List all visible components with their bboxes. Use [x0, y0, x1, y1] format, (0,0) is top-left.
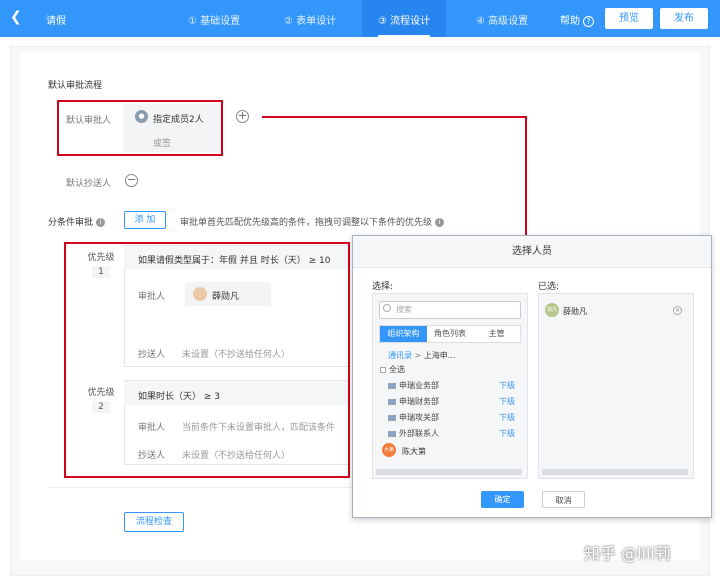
help-link[interactable]: 帮助? — [560, 12, 594, 27]
sub-link[interactable]: 下级 — [499, 380, 515, 391]
select-all[interactable]: 全选 — [380, 364, 405, 375]
conditional-hint: 审批单首先匹配优先级高的条件，拖拽可调整以下条件的优先级 i — [180, 215, 444, 228]
help-label: 帮助 — [560, 16, 580, 27]
cancel-button[interactable]: 取消 — [542, 491, 585, 508]
search-icon — [383, 304, 391, 312]
tab-role-list[interactable]: 角色列表 — [426, 326, 474, 342]
search-input[interactable]: 搜索 — [379, 301, 521, 319]
default-cc-label: 默认抄送人 — [66, 179, 112, 189]
watermark: 知乎 @lili莉 — [584, 544, 671, 563]
sub-link[interactable]: 下级 — [499, 428, 515, 439]
dept-row[interactable]: 申瑞业务部 — [388, 380, 439, 391]
top-bar: ❮ 请假 ① 基础设置 ② 表单设计 ③ 流程设计 ④ 高级设置 帮助? 预览 … — [0, 0, 720, 37]
flow-check-button[interactable]: 流程检查 — [124, 512, 184, 532]
breadcrumb-current: 上海申... — [423, 351, 456, 360]
picker-tabs: 组织架构 角色列表 主管 — [379, 325, 521, 343]
dialog-title: 选择人员 — [353, 236, 711, 268]
selected-label: 已选: — [538, 282, 560, 292]
tab-advanced-settings[interactable]: ④ 高级设置 — [476, 12, 528, 27]
remove-cc-icon[interactable]: − — [125, 174, 138, 187]
tab-org-structure[interactable]: 组织架构 — [380, 326, 427, 342]
highlight-box-conditions — [64, 242, 350, 478]
info-icon: i — [434, 218, 444, 227]
highlight-box-default — [57, 100, 223, 156]
preview-button[interactable]: 预览 — [605, 8, 653, 29]
breadcrumb-root[interactable]: 通讯录 — [388, 351, 412, 360]
info-icon: i — [95, 218, 105, 227]
question-icon: ? — [583, 16, 594, 27]
dept-row[interactable]: 申瑞攻关部 — [388, 412, 439, 423]
dept-row[interactable]: 申瑞财务部 — [388, 396, 439, 407]
folder-icon — [388, 382, 396, 389]
scrollbar[interactable] — [376, 469, 522, 475]
remove-icon[interactable]: × — [673, 306, 682, 315]
tab-flow-design[interactable]: ③ 流程设计 — [362, 0, 447, 37]
publish-button[interactable]: 发布 — [660, 8, 708, 29]
tab-supervisor[interactable]: 主管 — [473, 326, 521, 342]
person-row[interactable]: 陈大第 — [402, 446, 426, 457]
annotation-line — [262, 116, 527, 118]
default-flow-title: 默认审批流程 — [48, 81, 103, 91]
breadcrumb: 通讯录 > 上海申... — [388, 351, 456, 360]
selected-avatar: 勋凡 — [545, 303, 559, 317]
divider — [48, 487, 358, 488]
checkbox-icon — [380, 366, 386, 373]
add-approver-icon[interactable]: + — [236, 110, 249, 123]
conditional-label: 分条件审批 i — [48, 215, 105, 228]
sub-link[interactable]: 下级 — [499, 396, 515, 407]
confirm-button[interactable]: 确定 — [481, 491, 524, 508]
select-label: 选择: — [372, 282, 394, 292]
folder-icon — [388, 414, 396, 421]
selected-panel — [538, 293, 694, 479]
page-title: 请假 — [46, 16, 66, 27]
add-condition-button[interactable]: 添 加 — [124, 211, 166, 229]
folder-icon — [388, 398, 396, 405]
person-avatar: 大第 — [382, 443, 396, 457]
scrollbar[interactable] — [542, 469, 688, 475]
annotation-line — [525, 116, 527, 236]
folder-icon — [388, 430, 396, 437]
selected-person: 薛勋凡 — [563, 307, 587, 316]
chevron-left-icon[interactable]: ❮ — [10, 9, 22, 25]
sub-link[interactable]: 下级 — [499, 412, 515, 423]
tab-basic-settings[interactable]: ① 基础设置 — [188, 12, 240, 27]
tab-form-design[interactable]: ② 表单设计 — [284, 12, 336, 27]
dept-row[interactable]: 外部联系人 — [388, 428, 439, 439]
